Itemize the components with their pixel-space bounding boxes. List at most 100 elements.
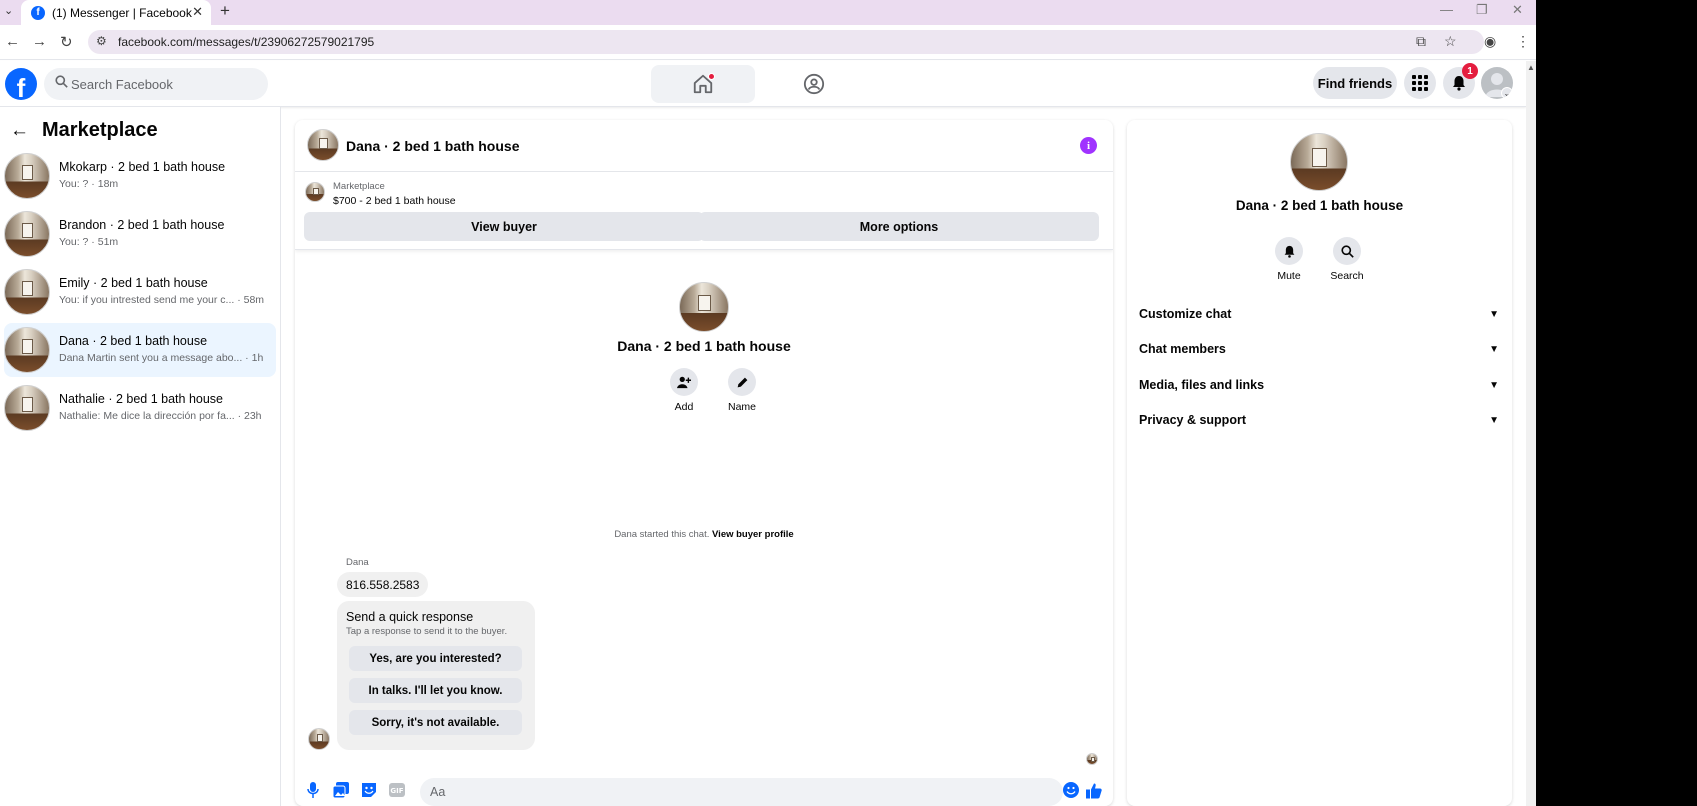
- chat-info-panel: Dana · 2 bed 1 bath house Mute Search Cu…: [1127, 120, 1512, 806]
- started-text: Dana started this chat.: [614, 529, 710, 540]
- conversation-item-active[interactable]: Dana · 2 bed 1 bath house Dana Martin se…: [4, 323, 276, 377]
- chat-panel: Dana · 2 bed 1 bath house i Marketplace …: [295, 120, 1113, 806]
- restore-icon[interactable]: ❐: [1476, 2, 1488, 18]
- install-app-icon[interactable]: ⧉: [1416, 33, 1426, 50]
- info-icon[interactable]: i: [1080, 137, 1097, 154]
- message-input[interactable]: [420, 778, 1063, 806]
- account-chevron-icon[interactable]: ⌄: [1501, 87, 1513, 99]
- message-composer: GIF: [295, 772, 1113, 806]
- mute-label: Mute: [1277, 270, 1301, 282]
- conversation-preview: You: ? · 18m: [59, 178, 119, 190]
- mute-button[interactable]: Mute: [1264, 237, 1314, 282]
- intro-avatar: [679, 282, 729, 332]
- sender-avatar: [308, 728, 330, 750]
- message-bubble[interactable]: 816.558.2583: [337, 572, 429, 597]
- profile-icon[interactable]: ◉: [1484, 33, 1496, 50]
- quick-response-button[interactable]: Yes, are you interested?: [349, 646, 522, 671]
- new-tab-icon[interactable]: +: [220, 1, 230, 21]
- search-box: [44, 68, 268, 100]
- conversation-preview: You: if you intrested send me your c... …: [59, 294, 265, 306]
- chat-title[interactable]: Dana · 2 bed 1 bath house: [346, 138, 519, 154]
- name-chat-button[interactable]: Name: [717, 368, 767, 413]
- search-in-chat-button[interactable]: Search: [1322, 237, 1372, 282]
- sticker-icon[interactable]: [361, 782, 377, 798]
- sender-name: Dana: [346, 557, 369, 568]
- conversation-item[interactable]: Mkokarp · 2 bed 1 bath house You: ? · 18…: [4, 149, 276, 203]
- conversation-name: Emily · 2 bed 1 bath house: [59, 276, 208, 290]
- forward-icon[interactable]: →: [32, 33, 47, 50]
- pencil-icon: [728, 368, 756, 396]
- listing-price-title[interactable]: $700 - 2 bed 1 bath house: [333, 195, 456, 207]
- page-scrollbar[interactable]: ▲: [1526, 61, 1536, 806]
- scroll-up-icon[interactable]: ▲: [1527, 63, 1535, 72]
- svg-text:GIF: GIF: [390, 787, 403, 795]
- chat-avatar[interactable]: [307, 129, 339, 161]
- conversation-preview: Dana Martin sent you a message abo... · …: [59, 352, 264, 364]
- more-options-button[interactable]: More options: [699, 212, 1099, 241]
- quick-response-button[interactable]: Sorry, it's not available.: [349, 710, 522, 735]
- menu-dots-icon[interactable]: ⋮: [1516, 33, 1530, 50]
- chat-members-section[interactable]: Chat members ▼: [1139, 337, 1499, 361]
- view-buyer-profile-link[interactable]: View buyer profile: [712, 529, 794, 540]
- conversation-item[interactable]: Brandon · 2 bed 1 bath house You: ? · 51…: [4, 207, 276, 261]
- find-friends-button[interactable]: Find friends: [1313, 67, 1397, 99]
- add-label: Add: [674, 401, 694, 413]
- listing-thumbnail: [4, 153, 50, 199]
- quick-response-button[interactable]: In talks. I'll let you know.: [349, 678, 522, 703]
- quick-response-subtitle: Tap a response to send it to the buyer.: [346, 626, 508, 637]
- tab-search-icon[interactable]: ⌄: [4, 4, 13, 17]
- add-people-button[interactable]: Add: [659, 368, 709, 413]
- menu-grid-button[interactable]: [1404, 67, 1436, 99]
- emoji-icon[interactable]: [1063, 782, 1079, 798]
- privacy-support-section[interactable]: Privacy & support ▼: [1139, 408, 1499, 432]
- media-files-links-section[interactable]: Media, files and links ▼: [1139, 373, 1499, 397]
- microphone-icon[interactable]: [305, 782, 321, 798]
- section-label: Chat members: [1139, 342, 1226, 356]
- tab-title: (1) Messenger | Facebook: [52, 5, 192, 20]
- section-label: Privacy & support: [1139, 413, 1246, 427]
- chevron-down-icon: ▼: [1489, 343, 1499, 355]
- chevron-down-icon: ▼: [1489, 379, 1499, 391]
- view-buyer-button[interactable]: View buyer: [304, 212, 704, 241]
- browser-tab-bar: ⌄ f (1) Messenger | Facebook ✕ + — ❐ ✕: [0, 0, 1536, 25]
- nav-groups[interactable]: [762, 65, 866, 103]
- intro-name: Dana · 2 bed 1 bath house: [617, 338, 791, 354]
- conversation-item[interactable]: Nathalie · 2 bed 1 bath house Nathalie: …: [4, 381, 276, 435]
- like-thumbs-up-icon[interactable]: [1086, 782, 1102, 798]
- chevron-down-icon: ▼: [1489, 308, 1499, 320]
- close-window-icon[interactable]: ✕: [1512, 2, 1523, 18]
- facebook-favicon-icon: f: [31, 5, 45, 20]
- omnibox[interactable]: ⚙ facebook.com/messages/t/23906272579021…: [88, 30, 1484, 54]
- screen: ⌄ f (1) Messenger | Facebook ✕ + — ❐ ✕ ←…: [0, 0, 1536, 806]
- customize-chat-section[interactable]: Customize chat ▼: [1139, 302, 1499, 326]
- bookmark-star-icon[interactable]: ☆: [1444, 33, 1457, 50]
- grid-menu-icon: [1412, 75, 1428, 91]
- search-label: Search: [1330, 270, 1364, 282]
- nav-home[interactable]: [651, 65, 755, 103]
- name-label: Name: [727, 401, 756, 413]
- photo-icon[interactable]: [333, 782, 349, 798]
- listing-thumbnail: [4, 269, 50, 315]
- chevron-down-icon: ▼: [1489, 414, 1499, 426]
- conversation-name: Brandon · 2 bed 1 bath house: [59, 218, 225, 232]
- search-input[interactable]: [71, 68, 261, 100]
- tab-close-icon[interactable]: ✕: [192, 4, 203, 20]
- site-info-icon[interactable]: ⚙: [96, 34, 107, 48]
- sidebar-header: ← Marketplace: [10, 119, 158, 142]
- listing-thumbnail: [4, 211, 50, 257]
- minimize-icon[interactable]: —: [1440, 2, 1453, 17]
- reload-icon[interactable]: ↻: [60, 33, 73, 51]
- back-icon[interactable]: ←: [5, 33, 20, 50]
- chat-header: Dana · 2 bed 1 bath house i: [295, 120, 1113, 172]
- facebook-logo-icon[interactable]: f: [5, 68, 37, 100]
- info-name: Dana · 2 bed 1 bath house: [1235, 198, 1404, 213]
- url-text[interactable]: facebook.com/messages/t/2390627257902179…: [118, 35, 374, 49]
- profile-avatar[interactable]: ⌄: [1481, 67, 1513, 99]
- back-arrow-icon[interactable]: ←: [10, 120, 29, 142]
- listing-thumbnail[interactable]: [305, 182, 325, 202]
- groups-icon: [803, 73, 825, 95]
- conversation-item[interactable]: Emily · 2 bed 1 bath house You: if you i…: [4, 265, 276, 319]
- gif-icon[interactable]: GIF: [389, 782, 405, 798]
- add-person-icon: [670, 368, 698, 396]
- browser-tab[interactable]: f (1) Messenger | Facebook ✕: [21, 0, 211, 25]
